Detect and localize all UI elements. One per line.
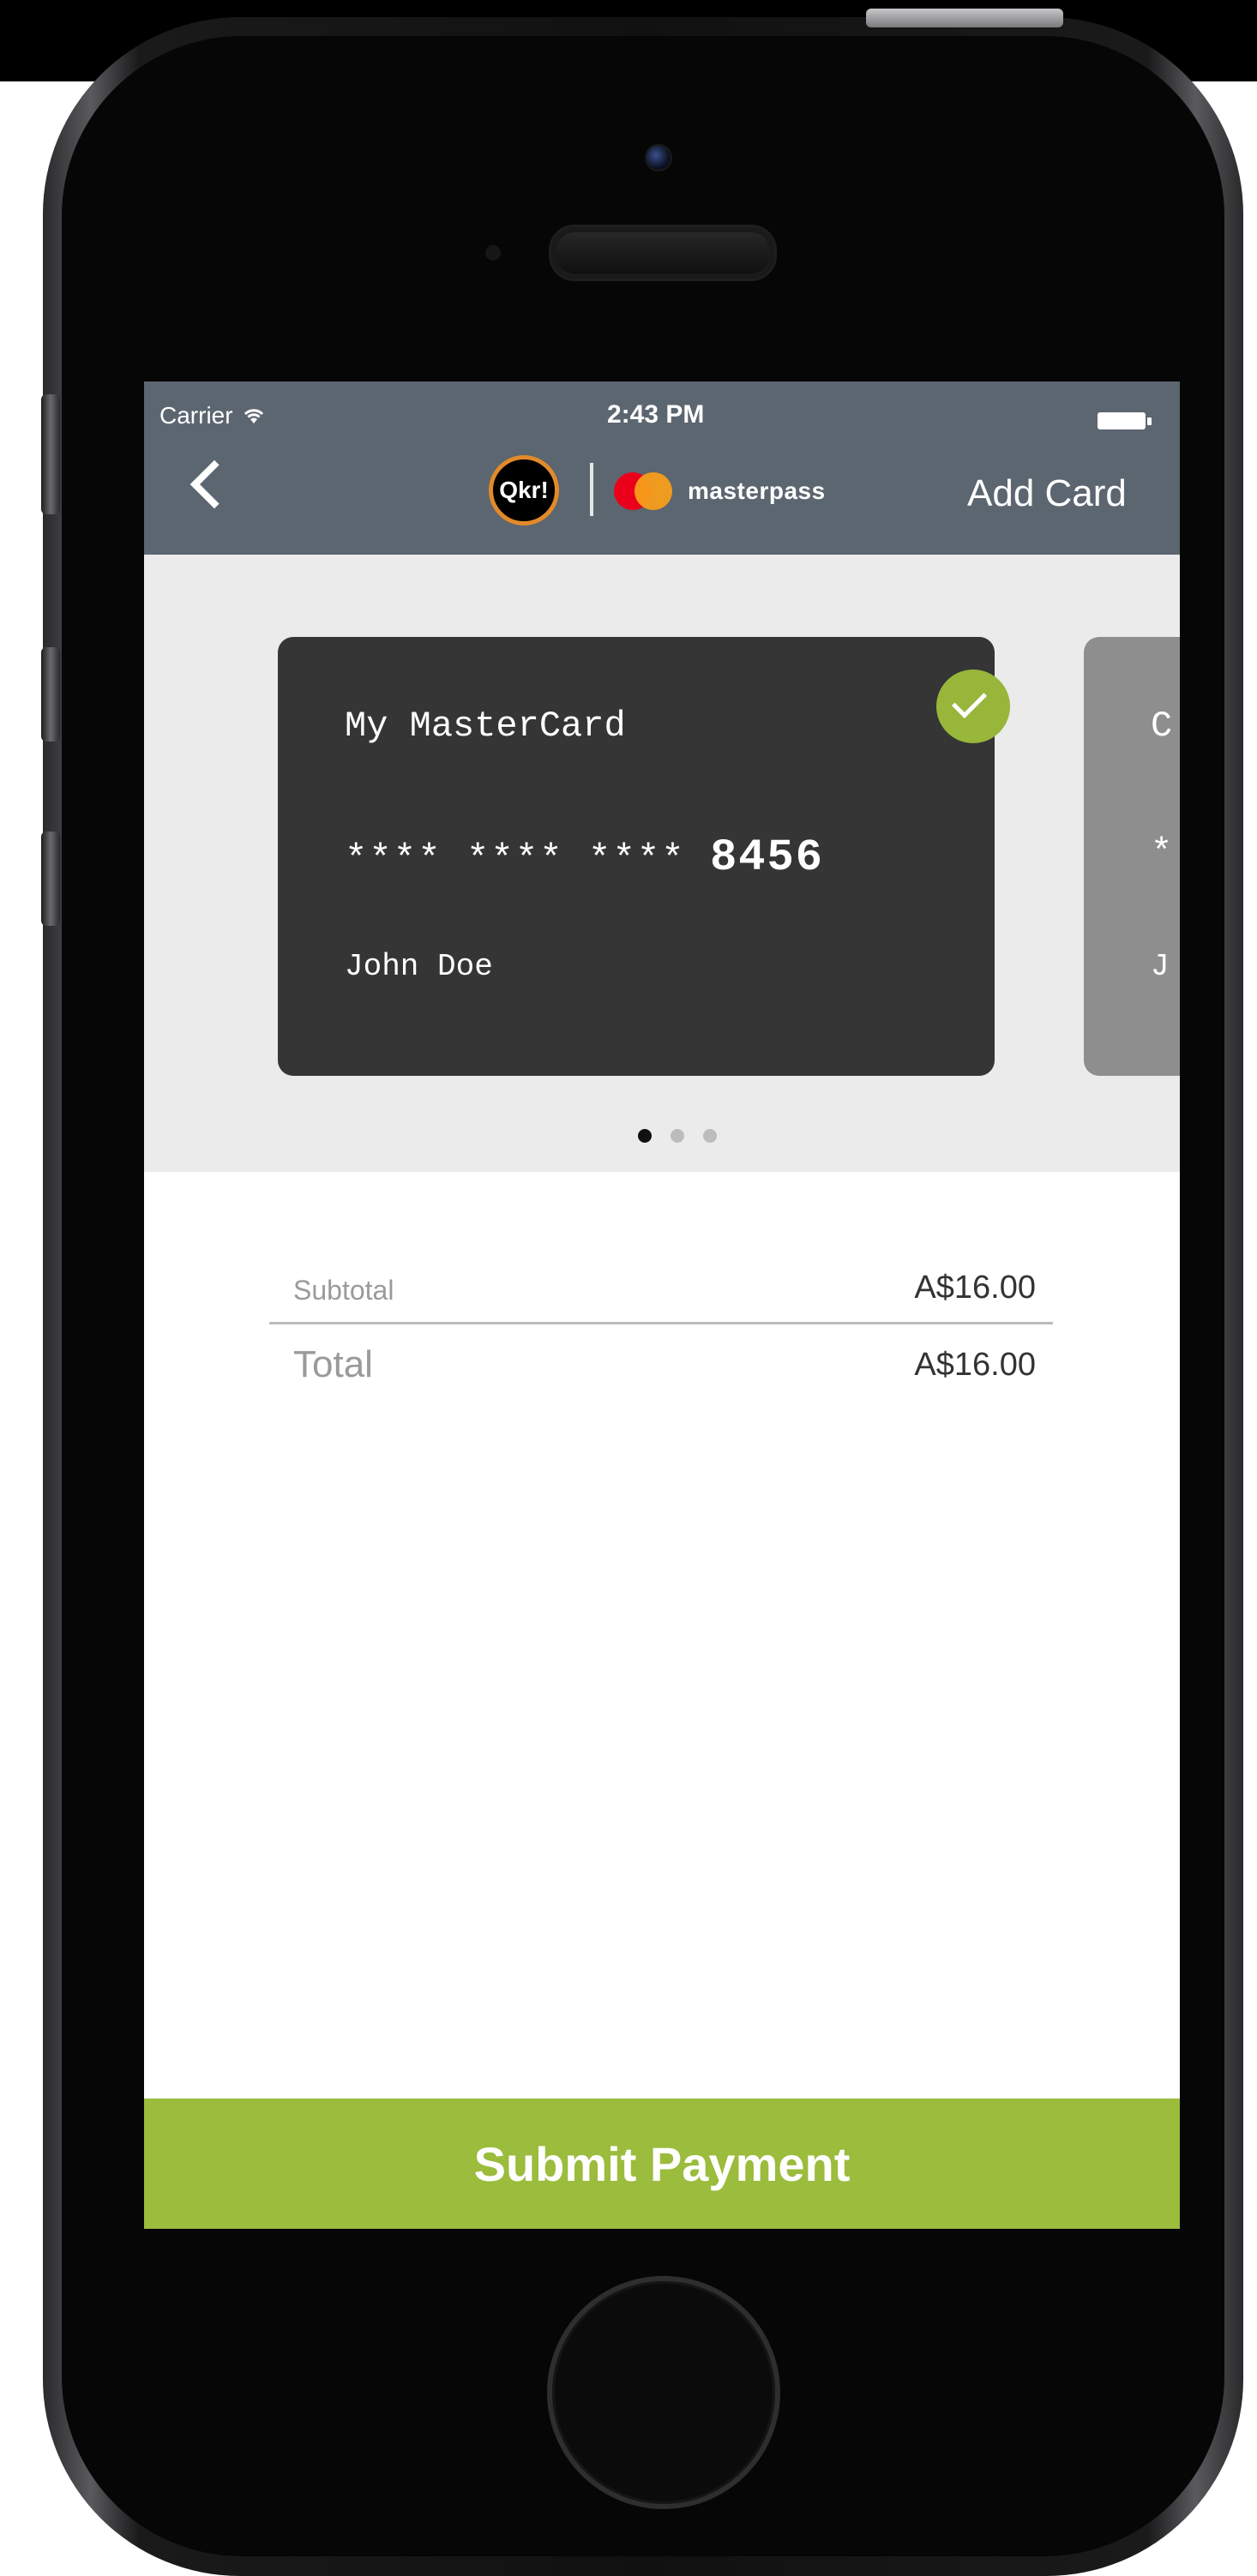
status-carrier: Carrier [159, 402, 265, 429]
qkr-logo: Qkr! [489, 455, 559, 525]
checkmark-icon [951, 682, 988, 719]
next-card-number-peek: * [1151, 832, 1173, 874]
card-number: **** **** **** 8456 [345, 832, 824, 883]
add-card-button[interactable]: Add Card [967, 472, 1127, 515]
battery-icon [1098, 412, 1146, 429]
mute-switch [41, 394, 60, 514]
logo-separator [590, 463, 593, 516]
payment-card-selected[interactable]: My MasterCard **** **** **** 8456 John D… [278, 637, 1010, 1076]
battery-tip [1147, 417, 1152, 425]
summary-divider [269, 1322, 1053, 1324]
page-dot-1[interactable] [638, 1129, 652, 1143]
card-number-masked: **** **** **** [345, 838, 686, 881]
card-holder-name: John Doe [345, 949, 493, 984]
back-button[interactable] [189, 459, 239, 509]
status-time: 2:43 PM [607, 400, 705, 429]
mastercard-logo-orange [635, 472, 672, 510]
home-button [547, 2276, 780, 2509]
subtotal-value: A$16.00 [914, 1270, 1036, 1306]
card-carousel[interactable]: My MasterCard **** **** **** 8456 John D… [144, 555, 1180, 1172]
power-button [866, 9, 1063, 27]
page-dot-3[interactable] [703, 1129, 717, 1143]
earpiece-speaker [549, 225, 777, 281]
proximity-sensor [485, 245, 501, 261]
carrier-label: Carrier [159, 402, 233, 429]
front-camera [645, 144, 672, 171]
volume-down-button [41, 832, 60, 926]
page-dot-2[interactable] [671, 1129, 684, 1143]
qkr-logo-text: Qkr! [499, 477, 549, 503]
payment-card-next[interactable]: C * J [1084, 637, 1180, 1076]
total-label: Total [293, 1343, 373, 1385]
submit-payment-button[interactable]: Submit Payment [144, 2099, 1180, 2229]
subtotal-label: Subtotal [293, 1275, 394, 1306]
card-number-last4: 8456 [710, 832, 824, 883]
selected-check-icon [936, 670, 1010, 743]
volume-up-button [41, 647, 60, 742]
card-nickname: My MasterCard [345, 706, 626, 747]
next-card-holder-peek: J [1151, 949, 1170, 984]
wifi-icon [244, 409, 264, 423]
total-value: A$16.00 [914, 1347, 1036, 1383]
next-card-name-peek: C [1151, 706, 1173, 747]
phone-screen: Carrier 2:43 PM Qkr! masterpass Add Card… [144, 381, 1180, 2229]
navigation-bar: Carrier 2:43 PM Qkr! masterpass Add Card [144, 381, 1180, 555]
masterpass-label: masterpass [688, 477, 826, 504]
